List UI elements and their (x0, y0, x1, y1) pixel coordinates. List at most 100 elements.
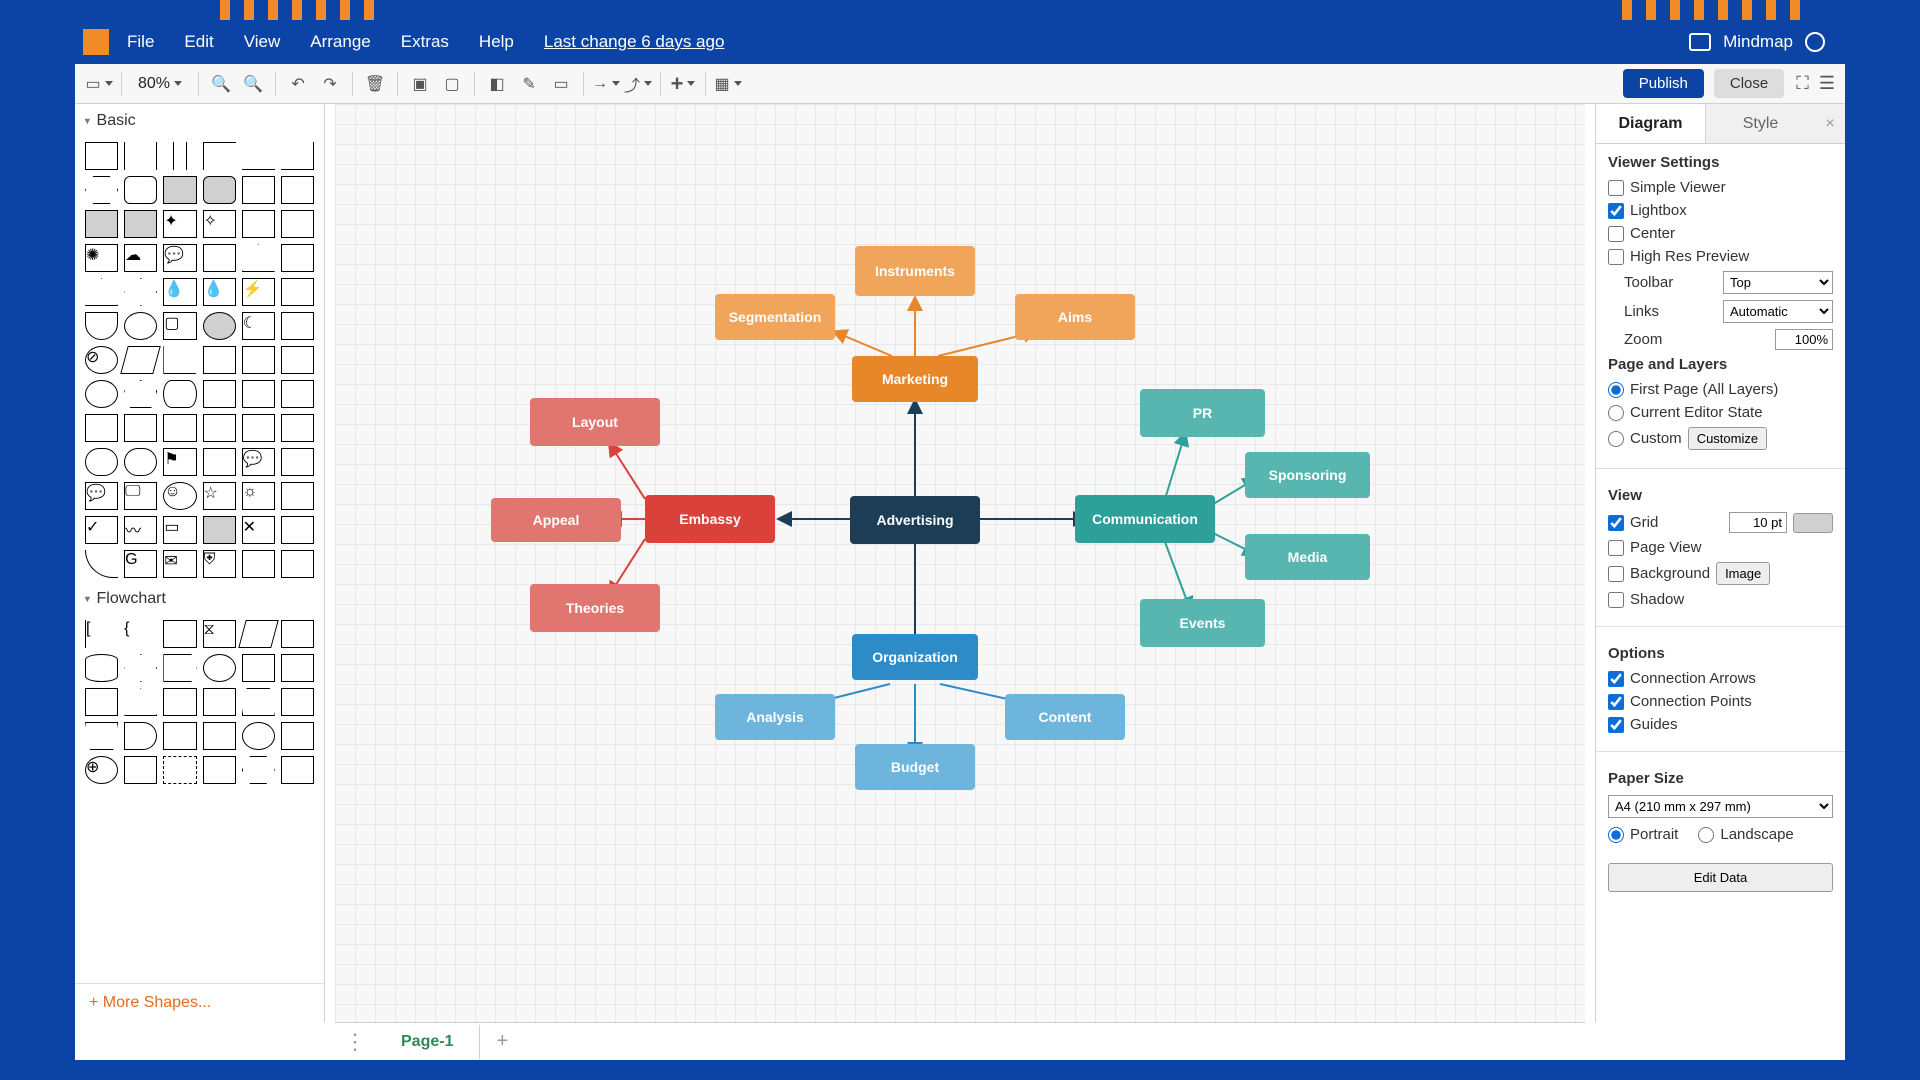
highres-checkbox[interactable] (1608, 249, 1624, 265)
publish-button[interactable]: Publish (1623, 69, 1704, 98)
menu-extras[interactable]: Extras (401, 32, 449, 52)
shape-ellipse2[interactable] (85, 380, 118, 408)
node-media[interactable]: Media (1245, 534, 1370, 580)
zoom-out-icon[interactable]: 🔍 (239, 70, 267, 98)
node-instruments[interactable]: Instruments (855, 246, 975, 296)
pageview-checkbox[interactable] (1608, 540, 1624, 556)
shape-star3[interactable]: ☆ (203, 482, 236, 510)
shape-r1[interactable] (85, 414, 118, 442)
shape-parallel[interactable] (173, 142, 187, 170)
last-change-link[interactable]: Last change 6 days ago (544, 32, 725, 52)
shape-lens[interactable] (163, 380, 196, 408)
shape-bolt[interactable]: ⚡ (242, 278, 275, 306)
node-sponsoring[interactable]: Sponsoring (1245, 452, 1370, 498)
shape-pill[interactable] (85, 448, 118, 476)
fc-bracket[interactable]: [ (85, 620, 118, 648)
fc-circle[interactable] (242, 722, 275, 750)
fc-trap[interactable] (242, 688, 275, 716)
node-marketing[interactable]: Marketing (852, 356, 978, 402)
shadow-icon[interactable]: ▭ (547, 70, 575, 98)
shape-forbid[interactable]: ⊘ (85, 346, 118, 374)
editor-state-radio[interactable] (1608, 405, 1624, 421)
shape-tri3[interactable] (163, 346, 196, 374)
canvas[interactable]: Advertising Marketing Segmentation Instr… (335, 104, 1585, 1022)
shape-r9[interactable] (281, 448, 314, 476)
shape-ellipse[interactable] (203, 312, 236, 340)
close-button[interactable]: Close (1714, 69, 1784, 98)
add-page-icon[interactable]: + (480, 1022, 524, 1061)
shape-drop[interactable]: 💧 (163, 278, 196, 306)
menu-help[interactable]: Help (479, 32, 514, 52)
shape-round-fill[interactable] (203, 176, 236, 204)
fc-brace[interactable]: { (124, 620, 157, 648)
shape-semi[interactable] (85, 312, 118, 340)
fc-disp[interactable] (124, 722, 157, 750)
tab-style[interactable]: Style (1706, 104, 1815, 143)
shape-tri2[interactable] (85, 278, 118, 306)
shape-mail[interactable]: ✉ (163, 550, 196, 578)
shape-lines[interactable] (124, 142, 157, 170)
shape-circle[interactable] (124, 312, 157, 340)
presentation-icon[interactable] (1689, 33, 1711, 51)
shape-rect-fill[interactable] (163, 176, 196, 204)
tab-diagram[interactable]: Diagram (1596, 104, 1706, 143)
shape-r13[interactable] (281, 550, 314, 578)
page-tab-1[interactable]: Page-1 (375, 1025, 480, 1059)
shape-star2[interactable]: ✧ (203, 210, 236, 238)
shape-r10[interactable] (281, 482, 314, 510)
shape-pent[interactable] (124, 380, 157, 408)
shape-round[interactable] (124, 176, 157, 204)
shape-r4[interactable] (203, 414, 236, 442)
node-appeal[interactable]: Appeal (491, 498, 621, 542)
fc-sum[interactable]: ⊕ (85, 756, 118, 784)
shapes-flowchart-header[interactable]: Flowchart (75, 582, 324, 616)
undo-icon[interactable]: ↶ (284, 70, 312, 98)
shape-s1[interactable] (242, 210, 275, 238)
shape-screen[interactable]: 🖵 (124, 482, 157, 510)
fc-tag[interactable] (163, 654, 196, 682)
links-select[interactable]: Automatic (1723, 300, 1833, 323)
landscape-radio[interactable] (1698, 827, 1714, 843)
guides-checkbox[interactable] (1608, 717, 1624, 733)
node-layout[interactable]: Layout (530, 398, 660, 446)
node-content[interactable]: Content (1005, 694, 1125, 740)
delete-icon[interactable]: 🗑 (361, 70, 389, 98)
node-theories[interactable]: Theories (530, 584, 660, 632)
shape-wave[interactable]: 〰 (124, 516, 157, 544)
fc-hourglass[interactable]: ⧖ (203, 620, 236, 648)
node-pr[interactable]: PR (1140, 389, 1265, 437)
shape-line[interactable] (242, 142, 275, 170)
fc-doc[interactable] (163, 722, 196, 750)
shape-corner[interactable] (203, 142, 236, 170)
zoom-in-icon[interactable]: 🔍 (207, 70, 235, 98)
node-embassy[interactable]: Embassy (645, 495, 775, 543)
shape-gear[interactable]: ☼ (242, 482, 275, 510)
shape-drop2[interactable]: 💧 (203, 278, 236, 306)
shape-hexagon[interactable] (85, 176, 118, 204)
shape-rect3[interactable] (281, 176, 314, 204)
fc-para[interactable] (238, 620, 279, 648)
shape-chat[interactable]: 💬 (85, 482, 118, 510)
format-panel-toggle-icon[interactable]: ☰ (1819, 73, 1835, 94)
menu-edit[interactable]: Edit (184, 32, 213, 52)
grid-checkbox[interactable] (1608, 515, 1624, 531)
node-segmentation[interactable]: Segmentation (715, 294, 835, 340)
fc-store[interactable] (124, 756, 157, 784)
fc-2[interactable] (242, 654, 275, 682)
conn-points-checkbox[interactable] (1608, 694, 1624, 710)
shape-s3[interactable] (281, 244, 314, 272)
shape-rect2[interactable] (242, 176, 275, 204)
waypoint-icon[interactable]: ⤴ (624, 70, 652, 98)
node-events[interactable]: Events (1140, 599, 1265, 647)
shape-g[interactable]: G (124, 550, 157, 578)
center-checkbox[interactable] (1608, 226, 1624, 242)
shape-rect[interactable] (85, 142, 118, 170)
customize-button[interactable]: Customize (1688, 427, 1767, 450)
shape-s2[interactable] (281, 210, 314, 238)
shape-doc[interactable]: ▭ (163, 516, 196, 544)
shape-s9[interactable] (203, 380, 236, 408)
shape-card[interactable] (203, 244, 236, 272)
shape-s5[interactable] (281, 312, 314, 340)
shape-tri[interactable] (242, 244, 275, 272)
shape-s6[interactable] (203, 346, 236, 374)
